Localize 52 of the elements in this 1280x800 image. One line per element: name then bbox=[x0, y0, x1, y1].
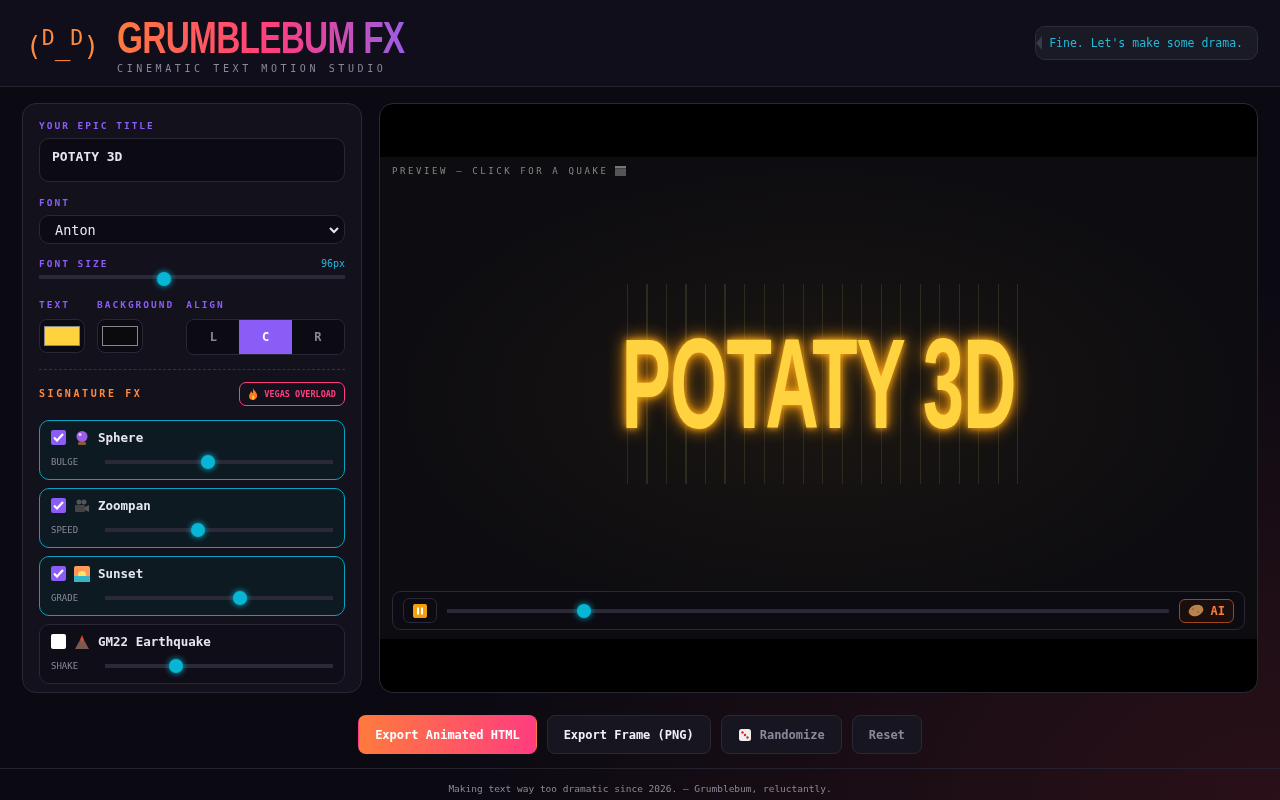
field-label: ALIGN bbox=[186, 299, 226, 310]
logo-face: ($^{D}$_$^{D}$) bbox=[26, 25, 100, 61]
footer-text: Making text way too dramatic since 2026. — Grumblebum, reluctantly. bbox=[448, 783, 832, 796]
flame-icon bbox=[248, 388, 259, 400]
preview-caption: PREVIEW — CLICK FOR A QUAKE bbox=[392, 166, 609, 176]
color-picker[interactable] bbox=[97, 319, 143, 353]
effect-name: Sunset bbox=[98, 566, 144, 582]
bubble-text: Fine. Let's make some drama. bbox=[1049, 36, 1243, 50]
action-button[interactable]: Export Frame (PNG) bbox=[546, 715, 711, 754]
chevron-down-icon bbox=[328, 225, 340, 234]
effect-checkbox[interactable] bbox=[51, 430, 66, 446]
potato-icon bbox=[1187, 604, 1204, 617]
field-label: YOUR EPIC TITLE bbox=[39, 120, 156, 131]
action-button[interactable]: Reset bbox=[851, 715, 922, 754]
effect-checkbox[interactable] bbox=[51, 566, 66, 582]
field-label: FONT bbox=[39, 197, 71, 209]
action-button[interactable]: Export Animated HTML bbox=[358, 715, 537, 754]
pause-button[interactable] bbox=[403, 598, 437, 623]
effect-parameter-label: BULGE bbox=[51, 457, 80, 467]
preview-stage[interactable]: PREVIEW — CLICK FOR A QUAKE POTATY 3D AI bbox=[380, 157, 1257, 639]
effect-checkbox[interactable] bbox=[51, 498, 66, 514]
effect-name: GM22 Earthquake bbox=[98, 634, 211, 650]
bubble-tail-icon bbox=[1036, 36, 1043, 50]
title-input-field[interactable]: POTATY 3D bbox=[39, 138, 345, 183]
volcano-icon bbox=[74, 634, 90, 650]
movie-camera-icon bbox=[74, 498, 90, 514]
effect-name: Sphere bbox=[98, 430, 144, 446]
effect-parameter-label: SHAKE bbox=[51, 661, 80, 671]
clapperboard-icon bbox=[614, 166, 626, 176]
field-label: TEXT bbox=[39, 299, 71, 310]
action-button[interactable]: Randomize bbox=[720, 715, 842, 754]
font-size-reading: 96px bbox=[320, 258, 345, 270]
section-title: SIGNATURE FX bbox=[39, 388, 143, 400]
field-label: BACKGROUND bbox=[97, 299, 175, 310]
crystal-ball-icon bbox=[74, 430, 90, 446]
align-option[interactable]: R bbox=[291, 320, 344, 354]
sunset-icon bbox=[74, 566, 90, 582]
preview-title-text: POTATY 3D bbox=[621, 311, 1016, 457]
align-option[interactable]: C bbox=[239, 320, 292, 354]
pause-icon bbox=[413, 603, 427, 618]
dice-icon bbox=[737, 727, 752, 742]
color-picker[interactable] bbox=[39, 319, 85, 353]
app-subtitle: CINEMATIC TEXT MOTION STUDIO bbox=[117, 62, 387, 74]
preset-button[interactable]: VEGAS OVERLOAD bbox=[239, 382, 345, 406]
effect-parameter-label: GRADE bbox=[51, 593, 80, 603]
effect-parameter-label: SPEED bbox=[51, 525, 80, 535]
align-option[interactable]: L bbox=[187, 320, 240, 354]
field-label: FONT SIZE bbox=[39, 258, 109, 270]
font-dropdown[interactable]: Anton bbox=[39, 215, 345, 245]
ai-button[interactable]: AI bbox=[1178, 598, 1234, 623]
effect-name: Zoompan bbox=[98, 498, 151, 514]
effect-checkbox[interactable] bbox=[51, 634, 66, 650]
